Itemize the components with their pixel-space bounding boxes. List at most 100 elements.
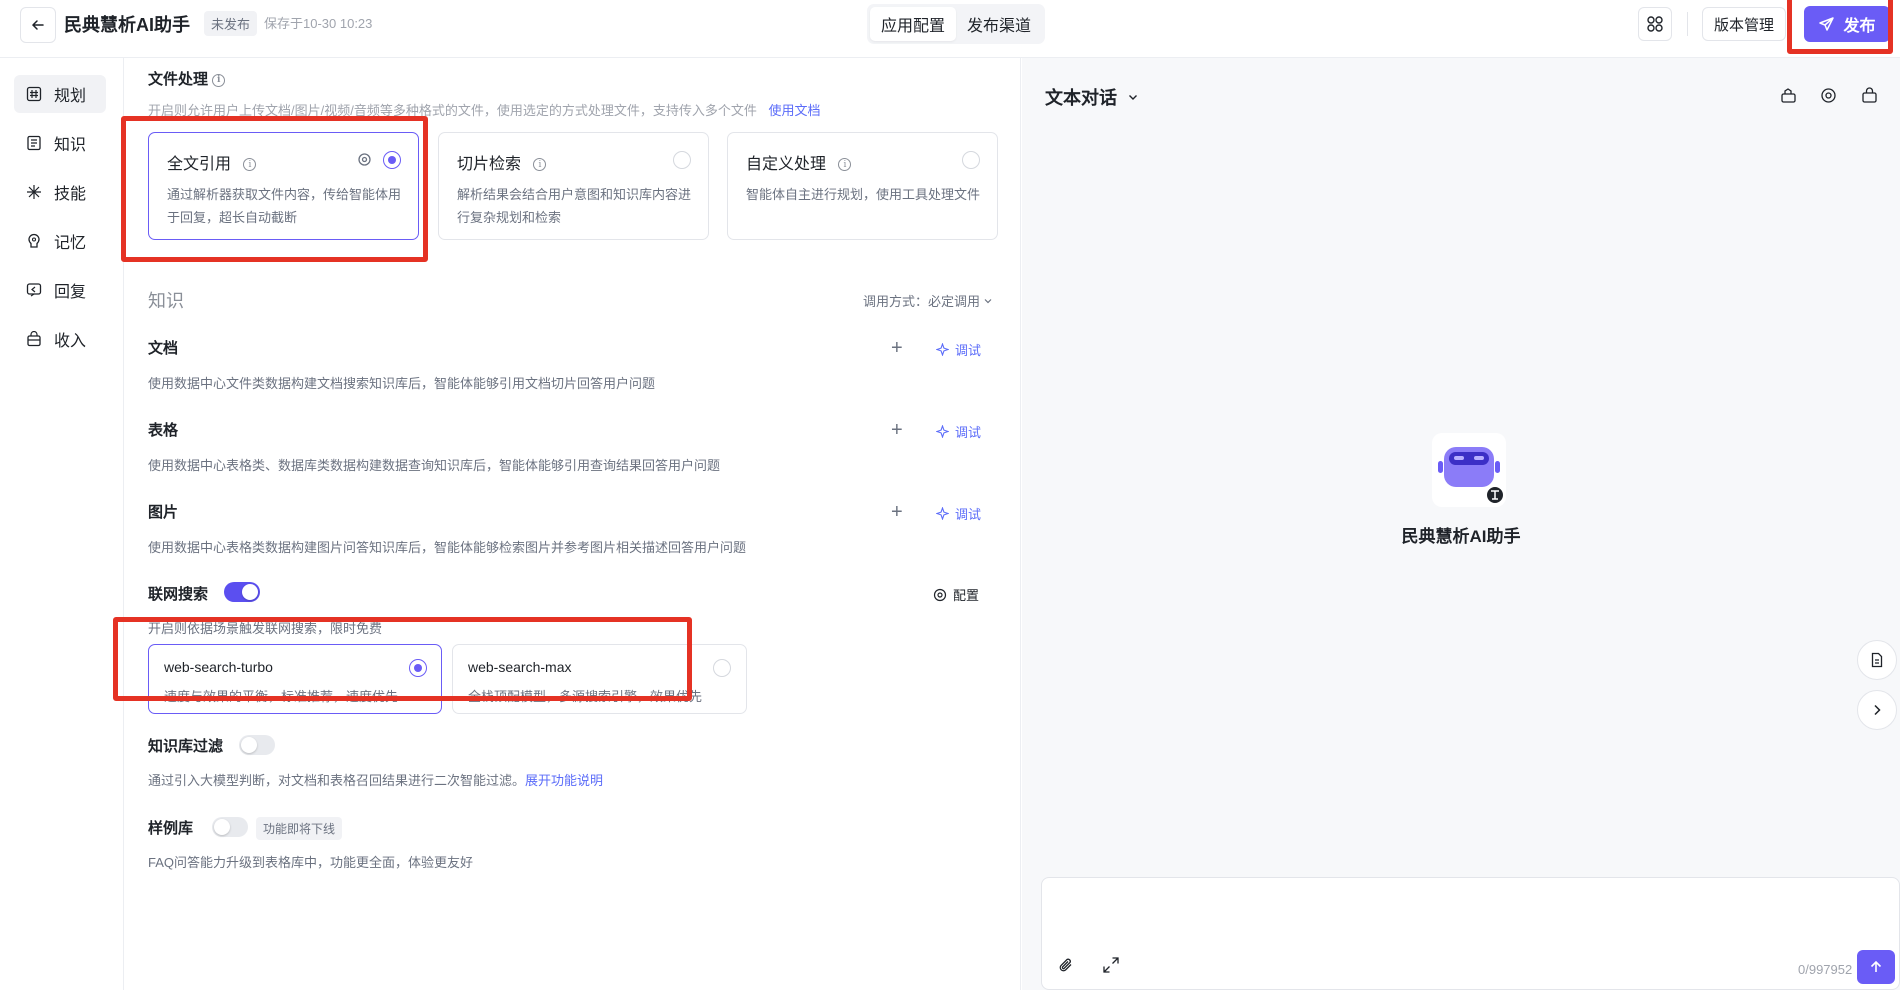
attach-button[interactable] [1057, 956, 1075, 979]
deprecation-badge: 功能即将下线 [256, 817, 343, 840]
bot-avatar [1432, 433, 1506, 507]
chevron-right-icon [1874, 704, 1881, 716]
sidebar-item-label: 技能 [54, 186, 87, 203]
bag-icon [27, 331, 41, 347]
bag-icon [1861, 86, 1877, 103]
sample-lib-title: 样例库 [148, 820, 194, 837]
arrow-left-icon [31, 20, 44, 30]
chat-mode-label: 文本对话 [1045, 88, 1117, 108]
config-tabs: 应用配置 发布渠道 [867, 4, 1046, 44]
grid-icon [1647, 16, 1663, 32]
book-icon [27, 135, 41, 151]
hash-icon [26, 86, 42, 102]
expand-feature-link[interactable]: 展开功能说明 [525, 773, 603, 788]
chat-mode-select[interactable]: 文本对话 [1045, 84, 1139, 110]
web-search-config-button[interactable]: 配置 [933, 585, 979, 604]
top-bar: 民典慧析AI助手 未发布 保存于10-30 10:23 应用配置 发布渠道 版本… [0, 0, 1900, 58]
gear-icon [933, 588, 947, 601]
sidebar-item-label: 回复 [54, 284, 87, 301]
robot-icon [1438, 447, 1505, 505]
call-mode-select[interactable]: 调用方式：必定调用 [863, 291, 993, 310]
bot-name: 民典慧析AI助手 [1401, 527, 1521, 546]
call-mode-text: 调用方式：必定调用 [863, 294, 981, 309]
option-title-text: 自定义处理 [746, 156, 827, 173]
add-image-button[interactable]: + [891, 502, 903, 522]
config-label: 配置 [953, 588, 980, 603]
knowledge-table-desc: 使用数据中心表格类、数据库类数据构建数据查询知识库后，智能体能够引用查询结果回答… [148, 458, 721, 473]
expand-panel-button[interactable] [1857, 690, 1897, 730]
sidebar-item-skills[interactable]: 技能 [14, 173, 106, 211]
sidebar-item-income[interactable]: 收入 [14, 320, 106, 358]
memory-icon [28, 233, 40, 248]
web-search-title: 联网搜索 [148, 586, 209, 603]
chevron-down-icon [1129, 95, 1137, 100]
document-panel-button[interactable] [1857, 640, 1897, 680]
sidebar-item-label: 知识 [54, 137, 87, 154]
debug-table-button[interactable]: 调试 [936, 422, 981, 441]
send-button[interactable] [1857, 950, 1895, 984]
sidebar-item-memory[interactable]: 记忆 [14, 222, 106, 260]
option-radio[interactable] [962, 151, 980, 169]
add-table-button[interactable]: + [891, 420, 903, 440]
tab-publish-channel[interactable]: 发布渠道 [956, 7, 1042, 41]
sidebar-item-knowledge[interactable]: 知识 [14, 124, 106, 162]
info-icon[interactable]: i [533, 158, 547, 172]
sidebar-item-label: 记忆 [54, 235, 87, 252]
option-title: 切片检索 i [457, 150, 547, 174]
option-desc: 智能体自主进行规划，使用工具处理文件 [746, 187, 981, 202]
sparkle-icon [936, 343, 949, 356]
paperclip-icon [1059, 958, 1072, 972]
skill-icon [27, 185, 41, 199]
tab-app-config[interactable]: 应用配置 [870, 7, 957, 41]
web-search-toggle[interactable] [224, 582, 260, 602]
kb-filter-title: 知识库过滤 [148, 738, 224, 755]
chevron-down-icon [984, 298, 992, 303]
doc-link[interactable]: 使用文档 [768, 103, 820, 118]
app-title: 民典慧析AI助手 [64, 15, 190, 35]
sidebar: 规划 知识 技能 记忆 回复 收入 [0, 58, 124, 990]
chat-input[interactable]: 0/997952 [1041, 877, 1900, 990]
add-doc-button[interactable]: + [891, 338, 903, 358]
sample-lib-toggle[interactable] [212, 817, 248, 837]
file-processing-title: 文件处理 i [148, 68, 226, 89]
version-management-button[interactable]: 版本管理 [1702, 7, 1786, 41]
sidebar-item-reply[interactable]: 回复 [14, 271, 106, 309]
debug-label: 调试 [955, 507, 982, 522]
model-radio[interactable] [713, 659, 731, 677]
sparkle-icon [936, 507, 949, 520]
document-icon [1871, 652, 1883, 668]
broom-icon [1780, 87, 1796, 103]
apps-grid-button[interactable] [1638, 7, 1672, 41]
knowledge-section-title: 知识 [148, 291, 184, 311]
preview-panel: 文本对话 民典慧析AI助手 0/997952 [1022, 58, 1900, 990]
preview-settings-button[interactable] [1817, 84, 1839, 106]
info-icon[interactable]: i [212, 73, 226, 87]
debug-label: 调试 [955, 425, 982, 440]
knowledge-doc-title: 文档 [148, 340, 179, 357]
knowledge-image-title: 图片 [148, 504, 179, 521]
back-button[interactable] [20, 7, 56, 43]
knowledge-image-desc: 使用数据中心表格类数据构建图片问答知识库后，智能体能够检索图片并参考图片相关描述… [148, 540, 747, 555]
highlight-web-search [113, 617, 692, 701]
header-divider [1687, 12, 1688, 36]
highlight-full-text-option [121, 116, 428, 262]
option-title: 自定义处理 i [746, 150, 852, 174]
clear-history-button[interactable] [1777, 84, 1799, 106]
option-title-text: 切片检索 [457, 156, 522, 173]
preview-bag-button[interactable] [1858, 84, 1880, 106]
sample-lib-desc: FAQ问答能力升级到表格库中，功能更全面，体验更友好 [148, 855, 474, 870]
debug-image-button[interactable]: 调试 [936, 504, 981, 523]
option-radio[interactable] [673, 151, 691, 169]
fullscreen-button[interactable] [1102, 956, 1120, 979]
info-icon[interactable]: i [838, 158, 852, 172]
sidebar-item-label: 收入 [54, 333, 87, 350]
knowledge-doc-desc: 使用数据中心文件类数据构建文档搜索知识库后，智能体能够引用文档切片回答用户问题 [148, 376, 656, 391]
knowledge-table-title: 表格 [148, 422, 179, 439]
debug-label: 调试 [955, 343, 982, 358]
option-card-custom[interactable]: 自定义处理 i 智能体自主进行规划，使用工具处理文件 [727, 132, 998, 240]
option-card-chunk-search[interactable]: 切片检索 i 解析结果会结合用户意图和知识库内容进行复杂规划和检索 [438, 132, 709, 240]
debug-doc-button[interactable]: 调试 [936, 340, 981, 359]
reply-icon [26, 283, 42, 297]
kb-filter-toggle[interactable] [239, 735, 275, 755]
sidebar-item-plan[interactable]: 规划 [14, 75, 106, 113]
